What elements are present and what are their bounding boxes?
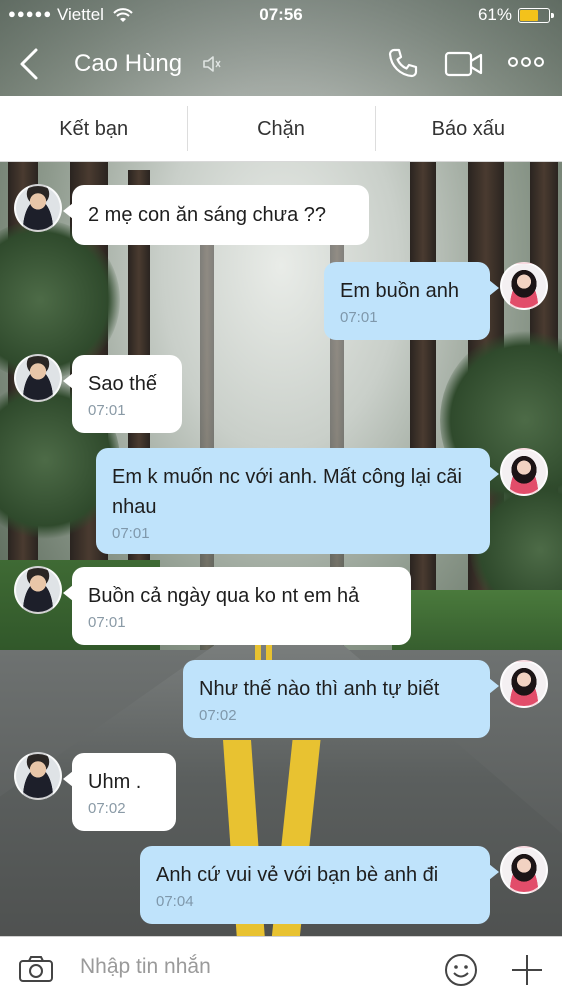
status-bar: ●●●●● Viettel 07:56 61% <box>0 0 562 30</box>
contact-avatar[interactable] <box>14 184 62 232</box>
message-time: 07:01 <box>112 525 150 542</box>
contact-avatar[interactable] <box>14 354 62 402</box>
contact-action-bar: Kết bạn Chặn Báo xấu <box>0 96 562 162</box>
message-text: Sao thế <box>88 373 157 395</box>
contact-avatar[interactable] <box>14 752 62 800</box>
message-bubble[interactable]: 2 mẹ con ăn sáng chưa ?? <box>63 185 369 245</box>
block-button[interactable]: Chặn <box>187 96 374 161</box>
message-text: Buồn cả ngày qua ko nt em hả <box>88 585 360 607</box>
message-composer: Nhập tin nhắn <box>0 936 562 1000</box>
report-button[interactable]: Báo xấu <box>374 96 562 161</box>
camera-icon[interactable] <box>18 955 54 983</box>
back-icon[interactable] <box>16 46 44 82</box>
message-time: 07:01 <box>88 614 126 631</box>
message-text: Em k muốn nc với anh. Mất công lại cãi n… <box>112 466 462 518</box>
message-bubble[interactable]: Sao thế 07:01 <box>63 355 182 433</box>
my-avatar[interactable] <box>500 846 548 894</box>
message-time: 07:01 <box>340 309 378 326</box>
message-bubble[interactable]: Em k muốn nc với anh. Mất công lại cãi n… <box>96 448 499 554</box>
add-friend-button[interactable]: Kết bạn <box>0 96 187 161</box>
message-time: 07:02 <box>88 800 126 817</box>
message-text: Uhm . <box>88 771 142 793</box>
battery-icon <box>518 8 554 23</box>
message-time: 07:04 <box>156 893 194 910</box>
emoji-icon[interactable] <box>444 953 478 987</box>
my-avatar[interactable] <box>500 660 548 708</box>
message-input[interactable]: Nhập tin nhắn <box>80 955 211 979</box>
video-call-icon[interactable] <box>444 50 484 78</box>
message-bubble[interactable]: Buồn cả ngày qua ko nt em hả 07:01 <box>63 567 411 645</box>
my-avatar[interactable] <box>500 448 548 496</box>
my-avatar[interactable] <box>500 262 548 310</box>
contact-avatar[interactable] <box>14 566 62 614</box>
message-text: Anh cứ vui vẻ với bạn bè anh đi <box>156 864 439 886</box>
message-time: 07:01 <box>88 402 126 419</box>
message-bubble[interactable]: Em buồn anh 07:01 <box>324 262 499 340</box>
mute-icon <box>203 56 221 72</box>
more-icon[interactable] <box>508 56 544 68</box>
message-text: Như thế nào thì anh tự biết <box>199 678 440 700</box>
plus-icon[interactable] <box>510 953 544 987</box>
phone-icon[interactable] <box>386 46 420 80</box>
battery-percentage: 61% <box>477 5 512 24</box>
message-time: 07:02 <box>199 707 237 724</box>
message-bubble[interactable]: Uhm . 07:02 <box>63 753 176 831</box>
contact-name[interactable]: Cao Hùng <box>74 50 182 78</box>
message-text: Em buồn anh <box>340 280 459 302</box>
chat-header: Cao Hùng <box>0 30 562 96</box>
message-bubble[interactable]: Như thế nào thì anh tự biết 07:02 <box>183 660 499 738</box>
message-text: 2 mẹ con ăn sáng chưa ?? <box>88 204 326 226</box>
message-bubble[interactable]: Anh cứ vui vẻ với bạn bè anh đi 07:04 <box>140 846 499 924</box>
